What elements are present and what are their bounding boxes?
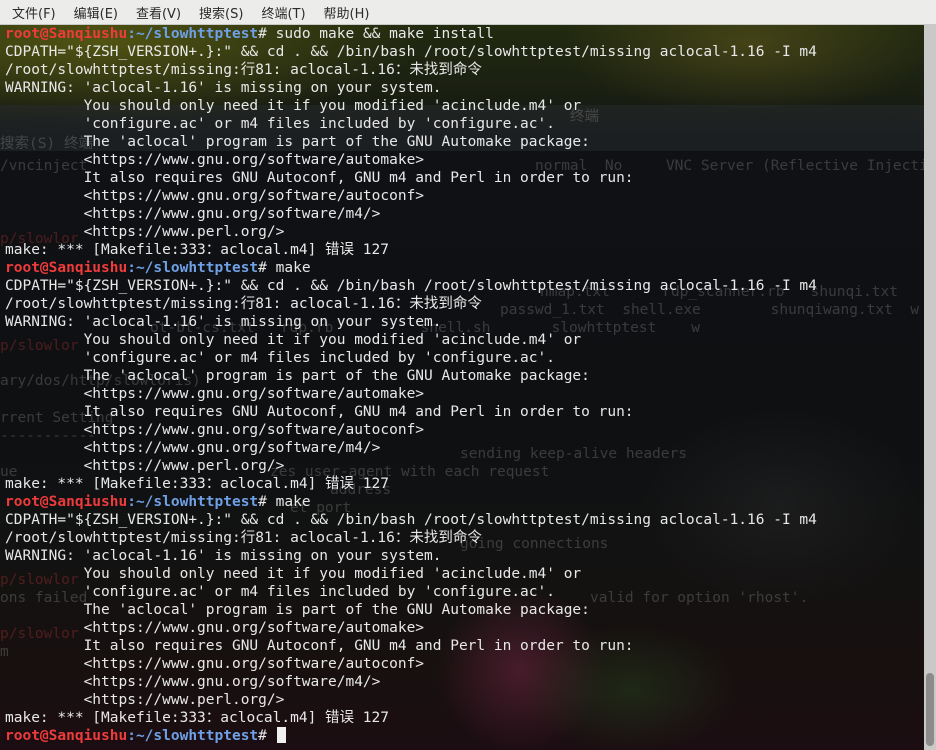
output-line: It also requires GNU Autoconf, GNU m4 an… bbox=[5, 404, 634, 420]
scrollbar-thumb[interactable] bbox=[926, 673, 934, 746]
output-line: WARNING: 'aclocal-1.16' is missing on yo… bbox=[5, 314, 442, 330]
output-line: 'configure.ac' or m4 files included by '… bbox=[5, 116, 555, 132]
output-line: WARNING: 'aclocal-1.16' is missing on yo… bbox=[5, 80, 442, 96]
output-line: You should only need it if you modified … bbox=[5, 566, 582, 582]
output-line: It also requires GNU Autoconf, GNU m4 an… bbox=[5, 170, 634, 186]
prompt-user-host: root@Sanqiushu bbox=[5, 494, 128, 510]
output-line: <https://www.gnu.org/software/automake> bbox=[5, 386, 425, 402]
text-cursor bbox=[276, 727, 286, 743]
output-line: <https://www.perl.org/> bbox=[5, 224, 285, 240]
prompt-path: :~/slowhttptest bbox=[127, 260, 259, 276]
menu-terminal[interactable]: 终端(T) bbox=[252, 0, 314, 25]
output-line: The 'aclocal' program is part of the GNU… bbox=[5, 134, 590, 150]
output-line: 'configure.ac' or m4 files included by '… bbox=[5, 350, 555, 366]
output-line: <https://www.gnu.org/software/automake> bbox=[5, 152, 425, 168]
output-line: <https://www.gnu.org/software/autoconf> bbox=[5, 188, 425, 204]
prompt-user-host: root@Sanqiushu bbox=[5, 728, 128, 744]
output-line: CDPATH="${ZSH_VERSION+.}:" && cd . && /b… bbox=[5, 512, 817, 528]
prompt-symbol: # bbox=[258, 728, 276, 744]
output-line: The 'aclocal' program is part of the GNU… bbox=[5, 368, 590, 384]
prompt-symbol: # bbox=[258, 26, 276, 42]
menu-view[interactable]: 查看(V) bbox=[127, 0, 190, 25]
command-text: sudo make && make install bbox=[275, 26, 494, 42]
prompt-path: :~/slowhttptest bbox=[127, 494, 259, 510]
output-line: <https://www.gnu.org/software/automake> bbox=[5, 620, 425, 636]
output-line: It also requires GNU Autoconf, GNU m4 an… bbox=[5, 638, 634, 654]
menu-file[interactable]: 文件(F) bbox=[3, 0, 65, 25]
prompt-line: root@Sanqiushu:~/slowhttptest# sudo make… bbox=[5, 25, 920, 43]
command-text: make bbox=[275, 494, 311, 510]
command-text: make bbox=[275, 260, 311, 276]
prompt-line-current[interactable]: root@Sanqiushu:~/slowhttptest# bbox=[5, 727, 920, 745]
output-line: <https://www.gnu.org/software/autoconf> bbox=[5, 656, 425, 672]
menu-search[interactable]: 搜索(S) bbox=[190, 0, 252, 25]
output-line: 'configure.ac' or m4 files included by '… bbox=[5, 584, 555, 600]
prompt-line: root@Sanqiushu:~/slowhttptest# make bbox=[5, 493, 920, 511]
prompt-symbol: # bbox=[258, 494, 276, 510]
output-line: CDPATH="${ZSH_VERSION+.}:" && cd . && /b… bbox=[5, 278, 817, 294]
output-line: /root/slowhttptest/missing:行81: aclocal-… bbox=[5, 296, 482, 312]
output-line: /root/slowhttptest/missing:行81: aclocal-… bbox=[5, 62, 482, 78]
prompt-user-host: root@Sanqiushu bbox=[5, 26, 128, 42]
error-line: make: *** [Makefile:333：aclocal.m4] 错误 1… bbox=[5, 710, 389, 726]
output-line: WARNING: 'aclocal-1.16' is missing on yo… bbox=[5, 548, 442, 564]
prompt-user-host: root@Sanqiushu bbox=[5, 260, 128, 276]
error-line: make: *** [Makefile:333：aclocal.m4] 错误 1… bbox=[5, 242, 389, 258]
output-line: <https://www.gnu.org/software/autoconf> bbox=[5, 422, 425, 438]
menu-bar: 文件(F) 编辑(E) 查看(V) 搜索(S) 终端(T) 帮助(H) bbox=[0, 0, 936, 25]
prompt-line: root@Sanqiushu:~/slowhttptest# make bbox=[5, 259, 920, 277]
output-line: /root/slowhttptest/missing:行81: aclocal-… bbox=[5, 530, 482, 546]
prompt-symbol: # bbox=[258, 260, 276, 276]
output-line: CDPATH="${ZSH_VERSION+.}:" && cd . && /b… bbox=[5, 44, 817, 60]
output-line: <https://www.gnu.org/software/m4/> bbox=[5, 206, 381, 222]
output-line: <https://www.perl.org/> bbox=[5, 458, 285, 474]
terminal-lines: root@Sanqiushu:~/slowhttptest# sudo make… bbox=[5, 25, 920, 745]
vertical-scrollbar[interactable] bbox=[924, 25, 936, 750]
menu-help[interactable]: 帮助(H) bbox=[315, 0, 379, 25]
output-line: <https://www.perl.org/> bbox=[5, 692, 285, 708]
terminal-output-area[interactable]: 终端 搜索(S) 终端 /vncinject normal No VNC Ser… bbox=[0, 25, 924, 750]
output-line: <https://www.gnu.org/software/m4/> bbox=[5, 440, 381, 456]
output-line: You should only need it if you modified … bbox=[5, 98, 582, 114]
prompt-path: :~/slowhttptest bbox=[127, 26, 259, 42]
prompt-path: :~/slowhttptest bbox=[127, 728, 259, 744]
menu-edit[interactable]: 编辑(E) bbox=[65, 0, 127, 25]
output-line: <https://www.gnu.org/software/m4/> bbox=[5, 674, 381, 690]
error-line: make: *** [Makefile:333：aclocal.m4] 错误 1… bbox=[5, 476, 389, 492]
output-line: You should only need it if you modified … bbox=[5, 332, 582, 348]
terminal-window: 文件(F) 编辑(E) 查看(V) 搜索(S) 终端(T) 帮助(H) 终端 搜… bbox=[0, 0, 936, 750]
output-line: The 'aclocal' program is part of the GNU… bbox=[5, 602, 590, 618]
